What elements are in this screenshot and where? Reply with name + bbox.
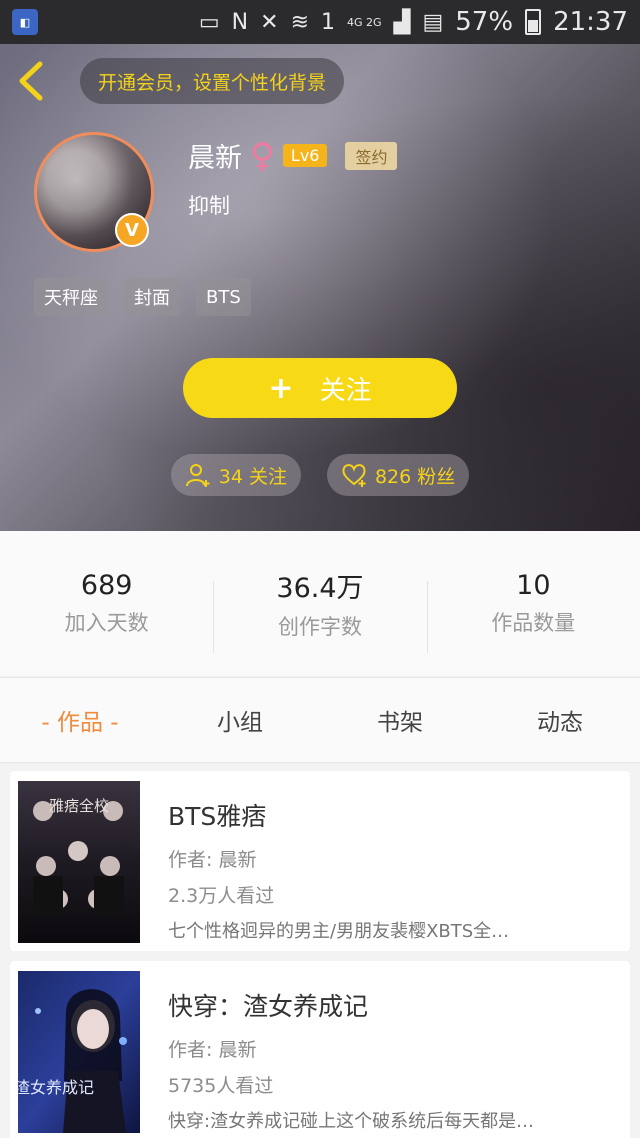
network-type-label: 4G 2G xyxy=(347,15,382,29)
stat-works-count: 10 作品数量 xyxy=(426,531,640,676)
following-count: 34 关注 xyxy=(218,465,287,488)
cover-title-text: 渣女养成记 xyxy=(18,1078,94,1097)
cast-icon: ▭ xyxy=(198,9,220,35)
mute-icon: ✕ xyxy=(260,9,279,35)
book-title[interactable]: 快穿：渣女养成记 xyxy=(168,987,610,1023)
fans-count-button[interactable]: 826 粉丝 xyxy=(326,454,470,496)
tab-groups[interactable]: 小组 xyxy=(160,678,320,762)
list-item[interactable]: 雅痞全校 BTS雅痞 作者: 晨新 2.3万人看过 七个性格迥异的男主/男朋友裴… xyxy=(10,771,630,951)
chevron-left-icon xyxy=(19,61,43,101)
female-icon: ♀ xyxy=(250,135,275,176)
nfc-icon: N xyxy=(231,9,249,35)
tab-bookshelf[interactable]: 书架 xyxy=(320,678,480,762)
tab-works[interactable]: - 作品 - xyxy=(0,678,160,762)
book-cover-image: 雅痞全校 xyxy=(18,781,140,943)
battery-icon xyxy=(525,9,542,35)
book-views: 2.3万人看过 xyxy=(168,885,275,907)
book-cover-image: 渣女养成记 xyxy=(18,971,140,1133)
heart-icon xyxy=(342,464,366,487)
fans-count: 826 粉丝 xyxy=(374,465,456,488)
book-description: 七个性格迥异的男主/男朋友裴樱XBTS全… xyxy=(168,921,510,942)
level-badge: Lv6 xyxy=(282,144,328,167)
app-notification-icon: ◧ xyxy=(12,9,38,35)
profile-page: ◧ ▭ N ✕ ≋ 1 4G 2G ▟ ▤ 57% 21:37 开通会员，设置个… xyxy=(0,0,640,1138)
user-name-row: 晨新 ♀ Lv6 签约 xyxy=(188,135,398,176)
follow-counts: 34 关注 826 粉丝 xyxy=(0,454,640,496)
book-author: 作者: 晨新 xyxy=(168,1039,257,1061)
status-bar: ◧ ▭ N ✕ ≋ 1 4G 2G ▟ ▤ 57% 21:37 xyxy=(0,0,640,44)
signed-badge: 签约 xyxy=(345,141,398,170)
profile-tabs: - 作品 - 小组 书架 动态 xyxy=(0,677,640,763)
user-signature: 抑制 xyxy=(188,194,230,218)
tag-item[interactable]: 天秤座 xyxy=(34,278,108,316)
sim-slot-icon: 1 xyxy=(321,9,335,35)
battery-percent: 57% xyxy=(455,7,514,37)
plus-icon: + xyxy=(268,370,294,406)
avatar[interactable]: V xyxy=(34,132,154,252)
wifi-icon: ≋ xyxy=(290,9,309,35)
back-button[interactable] xyxy=(16,60,56,101)
username: 晨新 xyxy=(188,143,242,174)
status-icons: ▭ N ✕ ≋ 1 4G 2G ▟ ▤ 57% 21:37 xyxy=(199,7,628,37)
stat-label: 创作字数 xyxy=(277,615,362,639)
book-description: 快穿:渣女养成记碰上这个破系统后每天都是… xyxy=(168,1111,535,1132)
stat-label: 作品数量 xyxy=(491,611,576,635)
book-views: 5735人看过 xyxy=(168,1075,274,1097)
sim-card-icon: ▤ xyxy=(422,9,444,35)
tab-activity[interactable]: 动态 xyxy=(480,678,640,762)
signal-icon: ▟ xyxy=(393,9,411,35)
book-info: BTS雅痞 作者: 晨新 2.3万人看过 七个性格迥异的男主/男朋友裴樱XBTS… xyxy=(168,797,610,943)
stat-value: 10 xyxy=(516,570,551,601)
follow-button[interactable]: + 关注 xyxy=(183,358,457,418)
clock: 21:37 xyxy=(553,7,628,37)
tag-item[interactable]: 封面 xyxy=(124,278,180,316)
user-tags: 天秤座 封面 BTS xyxy=(34,278,251,316)
stat-label: 加入天数 xyxy=(64,611,149,635)
tag-item[interactable]: BTS xyxy=(196,278,251,316)
stat-value: 36.4万 xyxy=(276,573,364,604)
follow-label: 关注 xyxy=(319,375,372,406)
book-author: 作者: 晨新 xyxy=(168,849,257,871)
verified-badge-icon: V xyxy=(115,213,149,247)
stats-bar: 689 加入天数 36.4万 创作字数 10 作品数量 xyxy=(0,531,640,676)
stat-words-written: 36.4万 创作字数 xyxy=(213,531,426,676)
stat-value: 689 xyxy=(80,570,133,601)
book-info: 快穿：渣女养成记 作者: 晨新 5735人看过 快穿:渣女养成记碰上这个破系统后… xyxy=(168,987,610,1133)
list-item[interactable]: 渣女养成记 快穿：渣女养成记 作者: 晨新 5735人看过 快穿:渣女养成记碰上… xyxy=(10,961,630,1138)
cover-title-text: 雅痞全校 xyxy=(49,797,109,815)
user-add-icon xyxy=(185,464,210,487)
profile-header: 开通会员，设置个性化背景 V 晨新 ♀ Lv6 签约 抑制 天秤座 封面 BTS… xyxy=(0,44,640,531)
vip-background-prompt[interactable]: 开通会员，设置个性化背景 xyxy=(80,58,345,104)
book-title[interactable]: BTS雅痞 xyxy=(168,797,610,833)
following-count-button[interactable]: 34 关注 xyxy=(170,454,301,496)
stat-days-joined: 689 加入天数 xyxy=(0,531,213,676)
